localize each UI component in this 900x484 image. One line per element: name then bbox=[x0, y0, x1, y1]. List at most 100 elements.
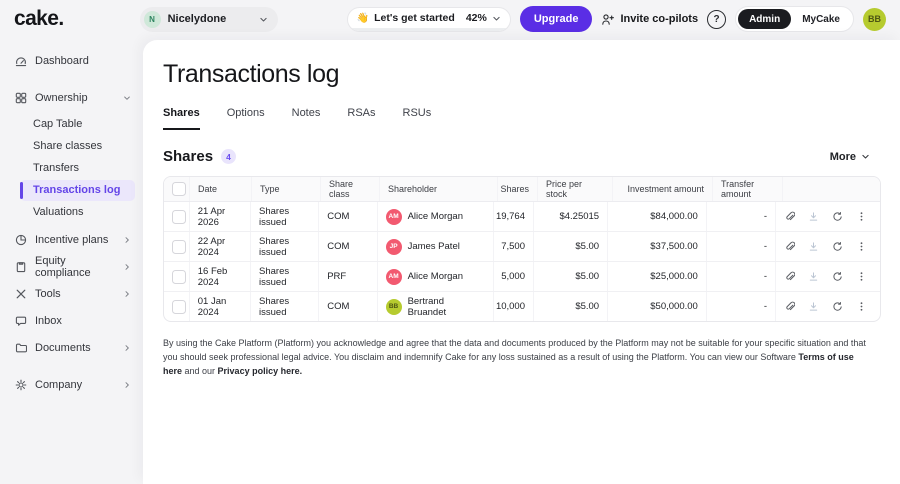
person-plus-icon bbox=[601, 13, 614, 26]
shareholder-avatar: AM bbox=[386, 209, 402, 225]
kebab-menu-icon[interactable] bbox=[856, 271, 867, 282]
attachment-icon[interactable] bbox=[784, 271, 795, 282]
refresh-icon[interactable] bbox=[832, 301, 843, 312]
tab-shares[interactable]: Shares bbox=[163, 107, 200, 130]
onboarding-label: Let's get started bbox=[374, 12, 455, 24]
tools-icon bbox=[15, 288, 27, 300]
sidebar: Dashboard Ownership Cap Table Share clas… bbox=[0, 38, 143, 484]
column-header-share-class[interactable]: Share class bbox=[321, 177, 380, 201]
more-button-label: More bbox=[830, 151, 856, 163]
cell-date: 16 Feb 2024 bbox=[190, 262, 251, 291]
tab-rsas[interactable]: RSAs bbox=[347, 107, 375, 130]
column-header-shares[interactable]: Shares bbox=[498, 177, 538, 201]
page-title: Transactions log bbox=[163, 60, 900, 89]
cell-date: 01 Jan 2024 bbox=[190, 292, 251, 321]
cell-shares: 19,764 bbox=[494, 202, 534, 231]
download-icon[interactable] bbox=[808, 271, 819, 282]
company-selector[interactable]: N Nicelydone bbox=[140, 7, 278, 32]
download-icon[interactable] bbox=[808, 211, 819, 222]
shareholder-avatar: AM bbox=[386, 269, 402, 285]
kebab-menu-icon[interactable] bbox=[856, 301, 867, 312]
cell-share-class: PRF bbox=[319, 262, 377, 291]
cell-price: $5.00 bbox=[534, 232, 608, 261]
cell-price: $4.25015 bbox=[534, 202, 608, 231]
sidebar-item-incentive-plans[interactable]: Incentive plans bbox=[0, 229, 143, 251]
sidebar-item-transactions-log[interactable]: Transactions log bbox=[20, 180, 135, 201]
select-all-checkbox[interactable] bbox=[172, 182, 186, 196]
sidebar-item-documents[interactable]: Documents bbox=[0, 337, 143, 359]
cell-type: Shares issued bbox=[251, 232, 319, 261]
transactions-table: Date Type Share class Shareholder Shares… bbox=[163, 176, 881, 322]
main-panel: Transactions log Shares Options Notes RS… bbox=[143, 40, 900, 484]
kebab-menu-icon[interactable] bbox=[856, 241, 867, 252]
upgrade-button[interactable]: Upgrade bbox=[520, 6, 593, 32]
cell-type: Shares issued bbox=[251, 262, 319, 291]
toggle-admin-option[interactable]: Admin bbox=[738, 9, 791, 29]
top-bar-right: 👋 Let's get started 42% Upgrade Invite c… bbox=[347, 6, 886, 32]
cell-share-class: COM bbox=[319, 202, 377, 231]
tab-notes[interactable]: Notes bbox=[292, 107, 321, 130]
chevron-right-icon bbox=[123, 344, 131, 352]
column-header-price[interactable]: Price per stock bbox=[538, 177, 613, 201]
sidebar-item-ownership[interactable]: Ownership bbox=[0, 87, 143, 109]
privacy-policy-link[interactable]: Privacy policy here. bbox=[218, 366, 303, 376]
column-header-actions bbox=[783, 177, 880, 201]
row-checkbox[interactable] bbox=[172, 270, 186, 284]
column-header-type[interactable]: Type bbox=[252, 177, 321, 201]
sidebar-item-label: Equity compliance bbox=[35, 255, 115, 279]
refresh-icon[interactable] bbox=[832, 271, 843, 282]
onboarding-progress-track bbox=[348, 28, 510, 31]
more-button[interactable]: More bbox=[824, 150, 876, 164]
attachment-icon[interactable] bbox=[784, 241, 795, 252]
clipboard-icon bbox=[15, 261, 27, 273]
cell-share-class: COM bbox=[319, 232, 377, 261]
section-header: Shares 4 More bbox=[163, 148, 900, 165]
table-row: 16 Feb 2024 Shares issued PRF AM Alice M… bbox=[164, 262, 880, 292]
tab-bar: Shares Options Notes RSAs RSUs bbox=[163, 107, 900, 130]
onboarding-progress-button[interactable]: 👋 Let's get started 42% bbox=[347, 7, 511, 32]
download-icon[interactable] bbox=[808, 301, 819, 312]
chevron-down-icon bbox=[861, 152, 870, 161]
dashboard-icon bbox=[15, 55, 27, 67]
tab-options[interactable]: Options bbox=[227, 107, 265, 130]
column-header-shareholder[interactable]: Shareholder bbox=[380, 177, 498, 201]
row-checkbox[interactable] bbox=[172, 210, 186, 224]
sidebar-item-valuations[interactable]: Valuations bbox=[0, 202, 135, 223]
cell-investment: $50,000.00 bbox=[608, 292, 707, 321]
user-avatar[interactable]: BB bbox=[863, 8, 886, 31]
sidebar-item-dashboard[interactable]: Dashboard bbox=[0, 50, 143, 72]
column-header-date[interactable]: Date bbox=[190, 177, 252, 201]
sidebar-item-equity-compliance[interactable]: Equity compliance bbox=[0, 256, 143, 278]
cell-shareholder: AM Alice Morgan bbox=[378, 202, 494, 231]
sidebar-item-cap-table[interactable]: Cap Table bbox=[0, 114, 135, 135]
tab-rsus[interactable]: RSUs bbox=[403, 107, 432, 130]
row-checkbox[interactable] bbox=[172, 240, 186, 254]
sidebar-item-company[interactable]: Company bbox=[0, 374, 143, 396]
cell-transfer: - bbox=[707, 292, 776, 321]
shareholder-name: Bertrand Bruandet bbox=[408, 296, 485, 318]
help-icon[interactable]: ? bbox=[707, 10, 726, 29]
cell-actions bbox=[776, 262, 880, 291]
attachment-icon[interactable] bbox=[784, 211, 795, 222]
download-icon[interactable] bbox=[808, 241, 819, 252]
attachment-icon[interactable] bbox=[784, 301, 795, 312]
sidebar-item-tools[interactable]: Tools bbox=[0, 283, 143, 305]
cell-actions bbox=[776, 292, 880, 321]
sidebar-item-inbox[interactable]: Inbox bbox=[0, 310, 143, 332]
refresh-icon[interactable] bbox=[832, 211, 843, 222]
cell-investment: $25,000.00 bbox=[608, 262, 707, 291]
cell-type: Shares issued bbox=[251, 292, 319, 321]
cell-price: $5.00 bbox=[534, 292, 608, 321]
invite-copilots-button[interactable]: Invite co-pilots bbox=[601, 13, 698, 26]
cell-investment: $84,000.00 bbox=[608, 202, 707, 231]
cell-type: Shares issued bbox=[251, 202, 319, 231]
column-header-investment[interactable]: Investment amount bbox=[613, 177, 713, 201]
sidebar-item-share-classes[interactable]: Share classes bbox=[0, 136, 135, 157]
kebab-menu-icon[interactable] bbox=[856, 211, 867, 222]
toggle-mycake-option[interactable]: MyCake bbox=[791, 14, 851, 25]
disclaimer-connector: and our bbox=[182, 366, 218, 376]
column-header-transfer[interactable]: Transfer amount bbox=[713, 177, 783, 201]
refresh-icon[interactable] bbox=[832, 241, 843, 252]
sidebar-item-transfers[interactable]: Transfers bbox=[0, 158, 135, 179]
row-checkbox[interactable] bbox=[172, 300, 186, 314]
